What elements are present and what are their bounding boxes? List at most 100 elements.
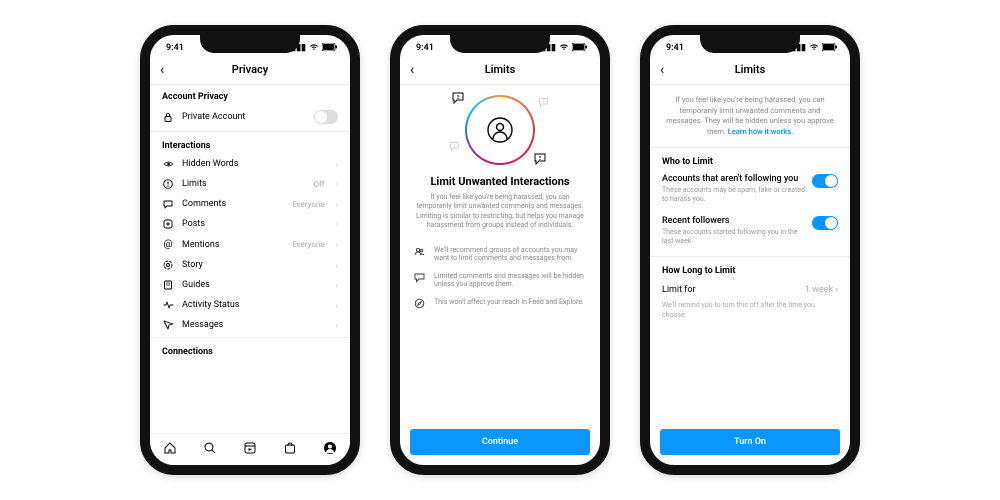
header: ‹ Privacy [150, 57, 350, 85]
limits-label: Limits [182, 179, 306, 189]
section-connections: Connections [150, 340, 350, 360]
row-limit-for[interactable]: Limit for 1 week › [650, 279, 850, 297]
limits-value: Off [314, 180, 325, 189]
hero-body: If you feel like you're being harassed, … [414, 193, 586, 231]
chevron-right-icon: › [835, 285, 838, 295]
alert-bubble-icon [449, 141, 460, 155]
chevron-right-icon: › [336, 301, 338, 310]
chevron-right-icon: › [336, 321, 338, 330]
mentions-value: Everyone [292, 240, 324, 249]
alert-bubble-icon [538, 97, 549, 111]
limit-for-label: Limit for [662, 285, 696, 295]
alert-bubble-icon [533, 152, 547, 169]
guides-icon [162, 280, 174, 290]
people-icon [414, 246, 426, 260]
notch [200, 35, 300, 53]
hidden-words-label: Hidden Words [182, 159, 325, 169]
chevron-right-icon: › [336, 200, 338, 209]
back-button[interactable]: ‹ [160, 62, 164, 78]
tab-reels-icon[interactable] [243, 441, 257, 458]
divider [650, 256, 850, 257]
story-icon [162, 260, 174, 270]
reminder-hint: We'll remind you to turn this off after … [650, 297, 850, 324]
activity-icon [162, 300, 174, 310]
status-time: 9:41 [166, 43, 184, 53]
row-activity-status[interactable]: Activity Status › [150, 295, 350, 315]
section-who-to-limit: Who to Limit [650, 150, 850, 170]
bullet-text: Limited comments and messages will be hi… [434, 272, 586, 288]
tab-profile-icon[interactable] [323, 441, 337, 458]
compass-icon [414, 298, 426, 312]
opt2-title: Recent followers [662, 216, 806, 226]
battery-icon [572, 43, 588, 54]
header: ‹ Limits [400, 57, 600, 85]
posts-label: Posts [182, 219, 325, 229]
mentions-label: Mentions [182, 240, 284, 250]
alert-bubble-icon [451, 91, 465, 108]
private-account-toggle[interactable] [314, 110, 338, 124]
wifi-icon [809, 43, 819, 54]
opt1-toggle[interactable] [812, 174, 838, 188]
bullet-item: We'll recommend groups of accounts you m… [414, 241, 586, 267]
divider [150, 131, 350, 132]
page-title: Privacy [232, 63, 268, 76]
plus-square-icon [162, 219, 174, 229]
bullet-item: Limited comments and messages will be hi… [414, 267, 586, 293]
row-guides[interactable]: Guides › [150, 275, 350, 295]
chevron-right-icon: › [336, 220, 338, 229]
opt1-desc: These accounts may be spam, fake or crea… [662, 186, 806, 204]
status-time: 9:41 [666, 43, 684, 53]
setting-recent-followers: Recent followers These accounts started … [650, 212, 850, 254]
tab-home-icon[interactable] [163, 441, 177, 458]
learn-link[interactable]: Learn how it works. [728, 127, 793, 136]
row-story[interactable]: Story › [150, 255, 350, 275]
chevron-right-icon: › [336, 180, 338, 189]
lock-icon [162, 112, 174, 122]
bullet-item: This won't affect your reach in Feed and… [414, 293, 586, 317]
eye-off-icon [162, 159, 174, 169]
page-title: Limits [485, 63, 516, 76]
wifi-icon [559, 43, 569, 54]
wifi-icon [309, 43, 319, 54]
row-comments[interactable]: Comments Everyone › [150, 194, 350, 214]
row-limits[interactable]: Limits Off › [150, 174, 350, 194]
comments-label: Comments [182, 199, 284, 209]
chevron-right-icon: › [336, 281, 338, 290]
bullet-text: We'll recommend groups of accounts you m… [434, 246, 586, 262]
row-messages[interactable]: Messages › [150, 315, 350, 335]
phone-privacy: 9:41 ▮▮▮▮ ‹ Privacy Account Privacy Priv… [140, 25, 360, 475]
content: Account Privacy Private Account Interact… [150, 85, 350, 360]
at-icon: @ [162, 239, 174, 250]
turn-on-button[interactable]: Turn On [660, 429, 840, 455]
private-account-label: Private Account [182, 112, 306, 122]
row-mentions[interactable]: @ Mentions Everyone › [150, 234, 350, 255]
battery-icon [322, 43, 338, 54]
section-how-long: How Long to Limit [650, 259, 850, 279]
hero: Limit Unwanted Interactions If you feel … [400, 85, 600, 235]
activity-status-label: Activity Status [182, 300, 325, 310]
hero-heading: Limit Unwanted Interactions [430, 175, 569, 188]
opt1-title: Accounts that aren't following you [662, 174, 806, 184]
battery-icon [822, 43, 838, 54]
opt2-toggle[interactable] [812, 216, 838, 230]
row-private-account[interactable]: Private Account [150, 105, 350, 129]
intro-text: If you feel like you're being harassed, … [650, 85, 850, 145]
messages-label: Messages [182, 320, 325, 330]
comment-icon [162, 199, 174, 209]
divider [650, 147, 850, 148]
row-posts[interactable]: Posts › [150, 214, 350, 234]
messages-icon [162, 320, 174, 330]
divider [150, 337, 350, 338]
tab-shop-icon[interactable] [283, 441, 297, 458]
notch [450, 35, 550, 53]
comments-value: Everyone [292, 200, 324, 209]
header: ‹ Limits [650, 57, 850, 85]
tab-search-icon[interactable] [203, 441, 217, 458]
continue-button[interactable]: Continue [410, 429, 590, 455]
back-button[interactable]: ‹ [660, 62, 664, 78]
chevron-right-icon: › [336, 160, 338, 169]
back-button[interactable]: ‹ [410, 62, 414, 78]
row-hidden-words[interactable]: Hidden Words › [150, 154, 350, 174]
bullet-text: This won't affect your reach in Feed and… [434, 298, 584, 306]
opt2-desc: These accounts started following you in … [662, 228, 806, 246]
